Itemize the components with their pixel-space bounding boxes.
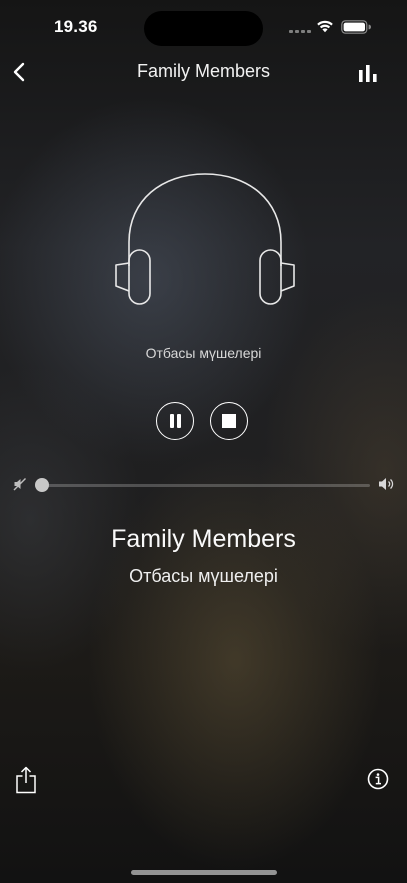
player-screen: 19.36 Family Members Отбасы мүшелері Fam… bbox=[0, 0, 407, 883]
track-subtitle: Отбасы мүшелері bbox=[129, 566, 278, 586]
pause-icon bbox=[169, 414, 174, 428]
volume-slider-thumb[interactable] bbox=[35, 478, 49, 492]
cellular-signal-icon bbox=[289, 30, 311, 33]
headphones-icon bbox=[115, 173, 295, 305]
pause-button[interactable] bbox=[156, 402, 194, 440]
home-indicator[interactable] bbox=[131, 870, 277, 875]
stop-button[interactable] bbox=[210, 402, 248, 440]
track-title: Family Members bbox=[111, 525, 296, 553]
bar-chart-icon[interactable] bbox=[356, 64, 380, 82]
page-title: Family Members bbox=[136, 61, 270, 81]
speaker-icon[interactable] bbox=[378, 476, 396, 492]
share-icon[interactable] bbox=[15, 766, 37, 794]
info-icon[interactable] bbox=[367, 768, 389, 790]
battery-icon bbox=[341, 20, 371, 34]
stop-icon bbox=[221, 413, 236, 428]
dynamic-island bbox=[144, 11, 263, 46]
volume-slider-track[interactable] bbox=[42, 484, 370, 487]
artwork-caption: Отбасы мүшелері bbox=[145, 345, 262, 361]
status-time: 19.36 bbox=[54, 17, 98, 36]
wifi-icon bbox=[317, 20, 333, 33]
mute-icon[interactable] bbox=[13, 477, 27, 491]
